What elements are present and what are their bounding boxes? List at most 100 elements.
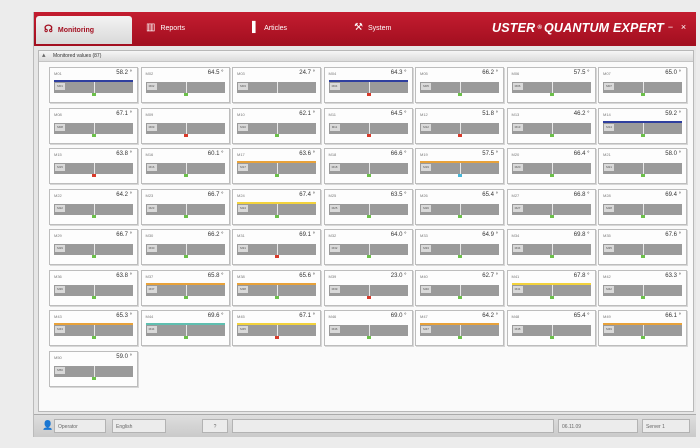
gauge-label: M33 bbox=[421, 245, 431, 252]
machine-tile[interactable]: M01 58.2 ° M01 bbox=[49, 67, 138, 103]
gauge-label: M23 bbox=[146, 204, 157, 212]
status-user[interactable]: Operator bbox=[54, 419, 106, 433]
tab-system[interactable]: ⚒ System bbox=[354, 12, 391, 44]
tile-status-band bbox=[328, 80, 408, 82]
gauge-divider bbox=[185, 163, 187, 174]
machine-tile[interactable]: M19 57.5 ° M19 bbox=[415, 148, 504, 184]
machine-tile[interactable]: M44 69.6 ° M44 bbox=[140, 310, 230, 346]
machine-tile[interactable]: M46 69.0 ° M46 bbox=[323, 310, 413, 346]
close-button[interactable]: × bbox=[679, 23, 688, 32]
tile-id: M40 bbox=[420, 273, 428, 279]
machine-tile[interactable]: M15 63.8 ° M15 bbox=[49, 148, 138, 184]
machine-tile[interactable]: M16 60.1 ° M16 bbox=[140, 148, 230, 184]
gauge-label: M04 bbox=[329, 83, 340, 90]
machine-tile[interactable]: M22 64.2 ° M22 bbox=[49, 188, 138, 225]
machine-tile[interactable]: M35 67.6 ° M35 bbox=[598, 229, 687, 265]
tile-id: M19 bbox=[420, 152, 428, 157]
gauge-label: M42 bbox=[604, 285, 614, 293]
tile-id: M39 bbox=[328, 273, 337, 279]
tile-status-marker bbox=[549, 214, 554, 218]
machine-tile[interactable]: M04 64.3 ° M04 bbox=[323, 67, 413, 103]
tile-value: 59.0 ° bbox=[116, 353, 132, 360]
machine-tile[interactable]: M33 64.9 ° M33 bbox=[415, 229, 504, 265]
machine-tile[interactable]: M42 63.3 ° M42 bbox=[598, 269, 687, 306]
machine-tile[interactable]: M49 66.1 ° M49 bbox=[598, 310, 687, 346]
machine-tile[interactable]: M18 66.6 ° M18 bbox=[323, 148, 413, 184]
machine-tile[interactable]: M50 59.0 ° M50 bbox=[49, 350, 138, 387]
machine-tile[interactable]: M39 23.0 ° M39 bbox=[323, 269, 413, 306]
tile-value: 62.1 ° bbox=[299, 110, 315, 117]
machine-tile[interactable]: M38 65.6 ° M38 bbox=[232, 269, 321, 306]
tile-id: M35 bbox=[603, 233, 611, 238]
machine-tile[interactable]: M05 66.2 ° M05 bbox=[415, 67, 504, 103]
machine-tile[interactable]: M37 65.8 ° M37 bbox=[140, 269, 230, 306]
tile-value: 63.3 ° bbox=[665, 272, 681, 279]
machine-tile[interactable]: M12 51.8 ° M12 bbox=[415, 107, 504, 144]
machine-tile[interactable]: M11 64.5 ° M11 bbox=[323, 107, 413, 144]
gauge-divider bbox=[643, 325, 644, 336]
status-language[interactable]: English bbox=[112, 419, 166, 433]
tile-status-marker bbox=[641, 133, 645, 137]
gauge-divider bbox=[277, 122, 278, 134]
tile-status-marker bbox=[183, 214, 188, 218]
machine-tile[interactable]: M30 66.2 ° M30 bbox=[140, 229, 230, 265]
tile-id: M29 bbox=[54, 233, 62, 238]
machine-tile[interactable]: M03 24.7 ° M03 bbox=[232, 67, 321, 103]
machine-tile[interactable]: M36 63.8 ° M36 bbox=[49, 269, 138, 306]
tile-value: 63.5 ° bbox=[390, 191, 407, 198]
help-button[interactable]: ? bbox=[202, 419, 228, 433]
tab-monitoring[interactable]: ☊ Monitoring bbox=[36, 16, 132, 44]
brand-name: USTER bbox=[492, 21, 536, 35]
tile-id: M27 bbox=[511, 192, 520, 198]
machine-tile[interactable]: M43 65.3 ° M43 bbox=[49, 310, 138, 346]
machine-tile[interactable]: M20 66.4 ° M20 bbox=[506, 148, 596, 184]
machine-tile[interactable]: M26 65.4 ° M26 bbox=[415, 188, 504, 225]
tile-status-marker bbox=[549, 255, 554, 258]
machine-tile[interactable]: M08 67.1 ° M08 bbox=[49, 107, 138, 144]
machine-tile[interactable]: M45 67.1 ° M45 bbox=[232, 310, 321, 346]
tile-id: M41 bbox=[511, 273, 520, 279]
tile-status-marker bbox=[92, 376, 96, 380]
machine-tile[interactable]: M40 62.7 ° M40 bbox=[415, 269, 504, 306]
machine-tile[interactable]: M13 46.2 ° M13 bbox=[506, 107, 596, 144]
tile-status-band bbox=[237, 161, 316, 163]
gauge-label: M39 bbox=[329, 285, 340, 293]
gauge-label: M05 bbox=[421, 83, 431, 90]
machine-tile[interactable]: M23 66.7 ° M23 bbox=[140, 188, 230, 225]
machine-tile[interactable]: M27 66.8 ° M27 bbox=[506, 188, 596, 225]
machine-tile[interactable]: M32 64.0 ° M32 bbox=[323, 229, 413, 265]
gauge-label: M21 bbox=[604, 164, 614, 171]
tab-articles[interactable]: ▌ Articles bbox=[252, 12, 287, 44]
machine-tile[interactable]: M21 58.0 ° M21 bbox=[598, 148, 687, 184]
collapse-icon[interactable]: ▴ bbox=[42, 51, 46, 61]
machine-tile[interactable]: M31 69.1 ° M31 bbox=[232, 229, 321, 265]
gauge-divider bbox=[368, 244, 370, 255]
machine-tile[interactable]: M07 65.0 ° M07 bbox=[598, 67, 687, 103]
minimize-button[interactable]: − bbox=[666, 23, 675, 32]
machine-tile[interactable]: M41 67.8 ° M41 bbox=[506, 269, 596, 306]
machine-tile[interactable]: M09 M09 bbox=[140, 107, 230, 144]
machine-tile[interactable]: M02 64.5 ° M02 bbox=[140, 67, 230, 103]
machine-tile[interactable]: M17 63.6 ° M17 bbox=[232, 148, 321, 184]
machine-tile[interactable]: M06 57.5 ° M06 bbox=[506, 67, 596, 103]
gauge-divider bbox=[551, 244, 553, 255]
status-message bbox=[232, 419, 554, 433]
gauge-label: M41 bbox=[512, 285, 523, 293]
machine-tile[interactable]: M25 63.5 ° M25 bbox=[323, 188, 413, 225]
machine-tile[interactable]: M47 64.2 ° M47 bbox=[415, 310, 504, 346]
tile-id: M20 bbox=[511, 152, 520, 157]
machine-tile[interactable]: M24 67.4 ° M24 bbox=[232, 188, 321, 225]
tile-value: 51.8 ° bbox=[482, 110, 498, 117]
gauge-label: M19 bbox=[421, 164, 431, 171]
gauge-divider bbox=[94, 325, 95, 336]
gauge-label: M07 bbox=[604, 83, 614, 90]
machine-tile[interactable]: M34 69.8 ° M34 bbox=[506, 229, 596, 265]
tile-status-band bbox=[420, 161, 499, 163]
machine-tile[interactable]: M10 62.1 ° M10 bbox=[232, 107, 321, 144]
machine-tile[interactable]: M29 66.7 ° M29 bbox=[49, 229, 138, 265]
tile-id: M13 bbox=[511, 111, 520, 117]
tab-reports[interactable]: ▥ Reports bbox=[146, 12, 185, 44]
machine-tile[interactable]: M14 59.2 ° M14 bbox=[598, 107, 687, 144]
machine-tile[interactable]: M48 65.4 ° M48 bbox=[506, 310, 596, 346]
machine-tile[interactable]: M28 69.4 ° M28 bbox=[598, 188, 687, 225]
